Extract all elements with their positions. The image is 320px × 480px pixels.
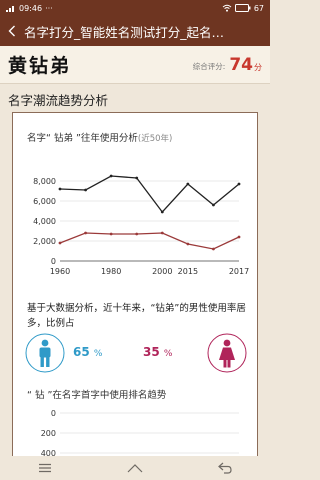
y-tick-label: 2,000 (33, 237, 56, 246)
female-percent-sign: % (163, 349, 173, 359)
battery-level: 67 (253, 3, 264, 13)
menu-icon (39, 463, 51, 473)
chevron-left-icon (8, 25, 15, 37)
x-tick-label: 2015 (178, 267, 198, 276)
series-point-2 (160, 231, 164, 235)
back-arrow-icon (218, 462, 232, 474)
male-icon (25, 333, 65, 373)
series-point-1 (160, 210, 164, 214)
score-unit: 分 (254, 63, 262, 72)
gender-ratio-row: 65 % 35 % (13, 333, 259, 373)
nav-back-button[interactable] (210, 458, 240, 478)
series-point-1 (186, 182, 190, 186)
series-point-1 (135, 176, 139, 180)
y-tick-label: 0 (51, 257, 56, 266)
series-point-1 (109, 174, 113, 178)
signal-icon (6, 5, 16, 12)
male-percent-sign: % (93, 349, 103, 359)
status-time: 09:46 (19, 3, 43, 13)
series-point-2 (109, 232, 113, 236)
x-tick-label: 1960 (50, 267, 70, 276)
page-title: 名字打分_智能姓名测试打分_起名… (24, 24, 225, 40)
status-dots: ··· (45, 3, 53, 13)
series-point-2 (84, 231, 87, 235)
title-bar: 名字打分_智能姓名测试打分_起名… (0, 16, 270, 46)
series-point-2 (237, 235, 241, 239)
series-point-2 (186, 242, 190, 246)
score-label: 综合评分: (192, 62, 226, 71)
battery-icon (234, 4, 251, 12)
series-point-1 (84, 188, 87, 192)
system-nav-bar (0, 456, 270, 480)
usage-line-chart: 0 2,000 4,000 6,000 8,000 1960 1980 2000 2015 201… (33, 174, 249, 276)
y-tick-label: 0 (51, 409, 56, 418)
y-tick-label: 8,000 (33, 177, 56, 186)
gender-stats-text: 基于大数据分析，近十年来，“钻弟”的男性使用率居多，比例占 (27, 303, 246, 329)
series-point-2 (135, 232, 139, 236)
rank-line-chart: 0200400600 (41, 409, 239, 458)
usage-chart-subtitle: (近50年) (137, 134, 173, 144)
x-tick-label: 2017 (229, 267, 249, 276)
status-bar: 09:46 ··· 67 (0, 0, 270, 16)
series-point-1 (58, 187, 62, 191)
rank-chart-title: “ 钻 ”在名字首字中使用排名趋势 (27, 390, 167, 401)
series-point-1 (212, 203, 215, 207)
male-percent-value: 65 (73, 345, 90, 359)
female-icon (207, 333, 247, 373)
name-display: 黄钻弟 (8, 55, 72, 77)
y-tick-label: 6,000 (33, 197, 56, 206)
usage-chart-title-text: 名字“ 钻弟 ”往年使用分析 (27, 133, 138, 144)
series-point-2 (212, 247, 215, 251)
trend-card: 名字“ 钻弟 ”往年使用分析(近50年) 0 2,000 4,000 6,000 8,0… (12, 112, 258, 460)
usage-chart-title: 名字“ 钻弟 ”往年使用分析(近50年) (27, 130, 172, 144)
female-percent: 35 % (143, 345, 172, 359)
x-tick-label: 1980 (101, 267, 121, 276)
score-value: 74 (229, 54, 253, 75)
series-point-1 (237, 182, 241, 186)
y-tick-label: 200 (41, 429, 56, 438)
section-title: 名字潮流趋势分析 (8, 93, 109, 108)
male-percent: 65 % (73, 345, 102, 359)
name-header: 黄钻弟 综合评分: 74 分 (0, 46, 270, 84)
y-tick-label: 4,000 (33, 217, 56, 226)
female-percent-value: 35 (143, 345, 160, 359)
wifi-icon (222, 4, 232, 12)
series-point-2 (58, 241, 62, 245)
x-tick-label: 2000 (152, 267, 172, 276)
nav-home-button[interactable] (120, 458, 150, 478)
back-button[interactable] (0, 16, 24, 46)
home-icon (127, 464, 143, 473)
nav-menu-button[interactable] (30, 458, 60, 478)
